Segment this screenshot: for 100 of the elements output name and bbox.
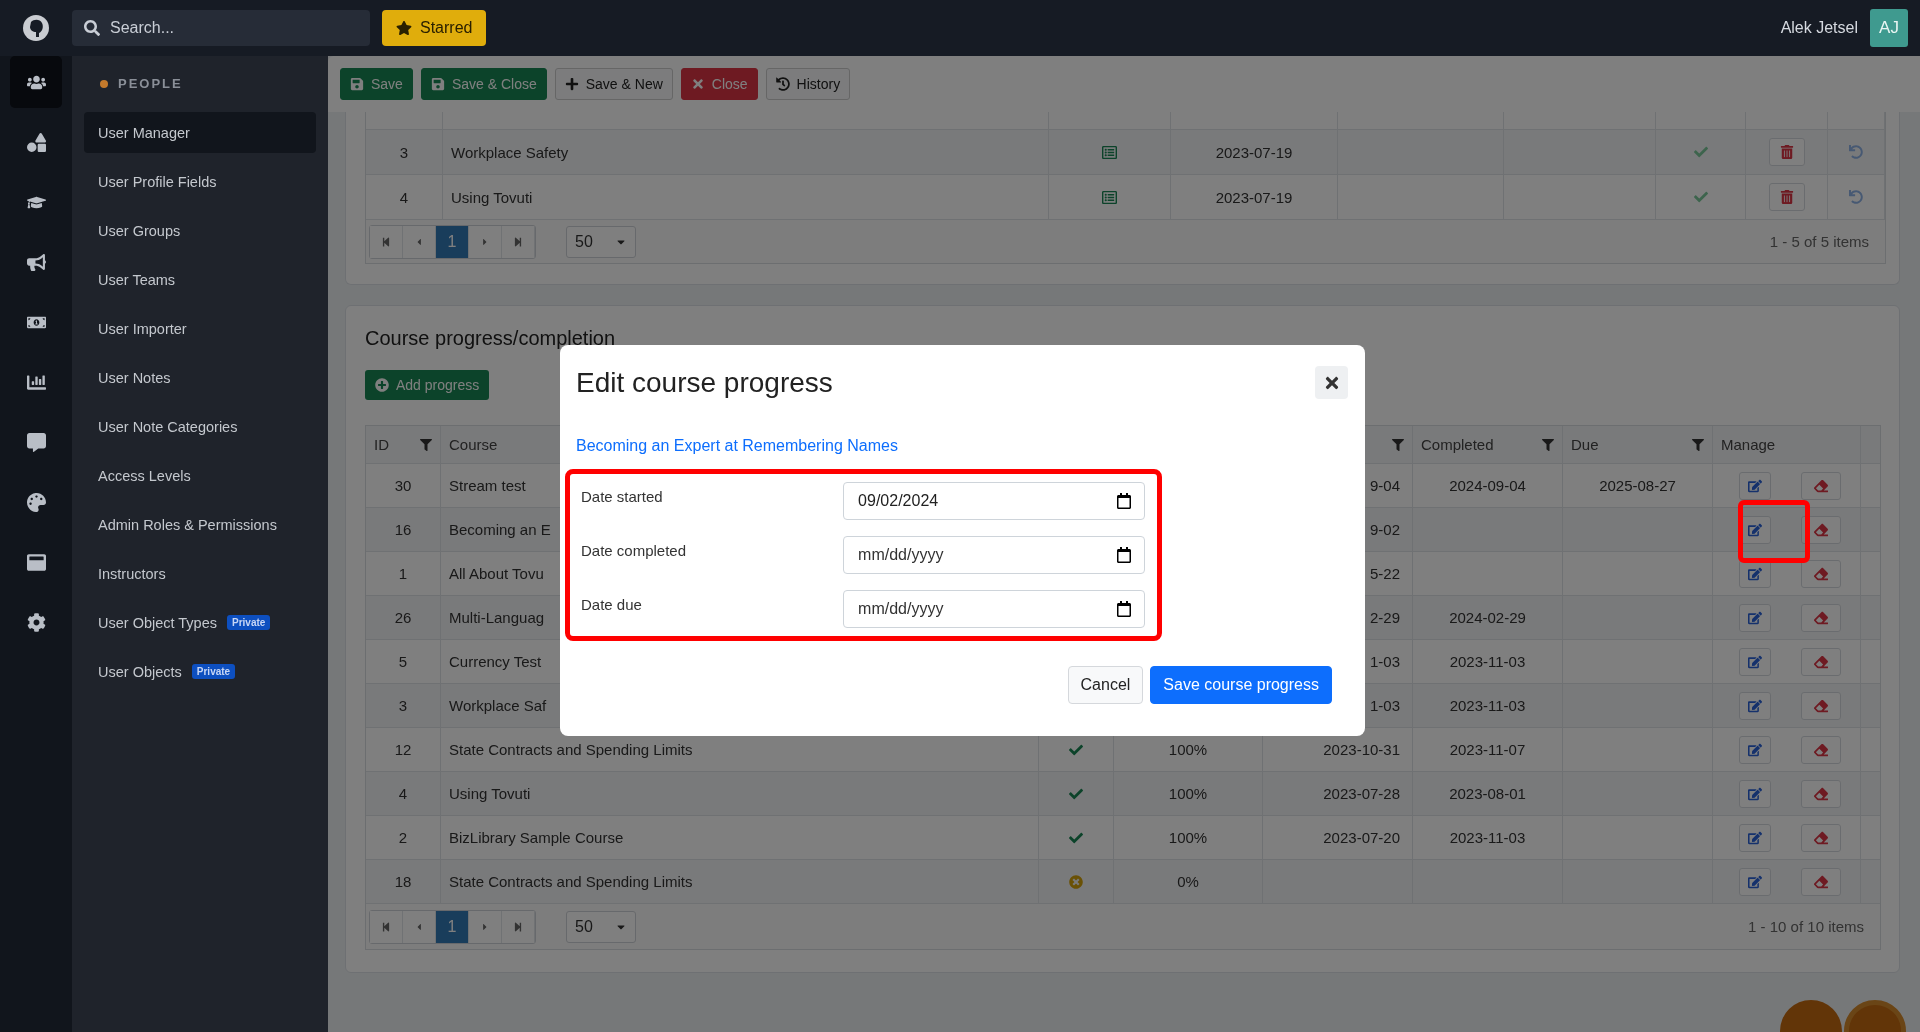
shapes-icon xyxy=(26,132,46,152)
calendar-icon[interactable] xyxy=(1116,601,1132,617)
table-cell: 2023-11-03 xyxy=(1449,697,1526,714)
search-field[interactable]: Search... xyxy=(108,13,348,43)
sidebar-item[interactable]: User Manager xyxy=(84,112,316,153)
check-icon xyxy=(1693,145,1708,159)
megaphone-icon xyxy=(26,252,46,272)
palette-icon xyxy=(26,492,46,512)
page-size-select[interactable]: 50 xyxy=(566,910,636,943)
course-link[interactable]: Becoming an Expert at Remembering Names xyxy=(576,437,898,455)
filter-icon[interactable] xyxy=(1542,438,1554,451)
table-cell: 2 xyxy=(366,816,441,859)
remove-button[interactable] xyxy=(1801,691,1841,720)
sidebar-item[interactable]: Access Levels xyxy=(84,455,316,496)
user-name: Alek Jetsel xyxy=(1780,19,1858,37)
filter-icon[interactable] xyxy=(420,438,432,451)
sidebar-item[interactable]: User Objects Private xyxy=(84,651,316,692)
filter-icon[interactable] xyxy=(1692,438,1704,451)
eraser-icon xyxy=(1814,610,1828,625)
settings-icon xyxy=(26,612,46,632)
edit-icon xyxy=(1748,654,1762,669)
table-cell: 2-29 xyxy=(1369,609,1400,626)
calendar-icon[interactable] xyxy=(1116,547,1132,563)
table-cell: 2023-11-03 xyxy=(1449,653,1526,670)
sidebar-item[interactable]: User Note Categories xyxy=(84,406,316,447)
delete-button[interactable] xyxy=(1768,138,1805,166)
sidebar-item-label: User Note Categories xyxy=(98,418,238,435)
edit-button[interactable] xyxy=(1739,647,1771,676)
filter-icon[interactable] xyxy=(1392,438,1404,451)
check-icon xyxy=(1693,190,1708,204)
table-cell: State Contracts and Spending Limits xyxy=(449,873,693,890)
close-button[interactable] xyxy=(1315,366,1348,399)
edit-button[interactable] xyxy=(1739,471,1771,500)
remove-button[interactable] xyxy=(1801,779,1841,808)
delete-button[interactable] xyxy=(1768,183,1805,211)
section-title: PEOPLE xyxy=(118,76,183,91)
edit-button[interactable] xyxy=(1739,603,1771,632)
table-cell: 3 xyxy=(366,684,441,727)
nav-rail-button[interactable] xyxy=(10,56,62,108)
edit-icon xyxy=(1748,610,1762,625)
sidebar-item[interactable]: User Profile Fields xyxy=(84,161,316,202)
save-icon xyxy=(430,77,445,91)
date-box[interactable]: mm/dd/yyyy xyxy=(843,590,1145,628)
undo-icon[interactable] xyxy=(1849,190,1863,204)
save-icon xyxy=(350,77,364,91)
first-page-button[interactable] xyxy=(370,225,403,258)
sidebar-item-label: User Notes xyxy=(98,369,171,386)
eraser-icon xyxy=(1814,786,1828,801)
undo-icon[interactable] xyxy=(1849,145,1863,159)
table-cell: Workplace Saf xyxy=(449,697,547,714)
save-button[interactable]: Save course progress xyxy=(1150,666,1332,704)
remove-button[interactable] xyxy=(1801,823,1841,852)
remove-button[interactable] xyxy=(1801,867,1841,896)
sidebar-item[interactable]: Admin Roles & Permissions xyxy=(84,504,316,545)
starred-button[interactable]: Starred xyxy=(382,10,487,46)
eraser-icon xyxy=(1814,874,1828,889)
edit-button[interactable] xyxy=(1739,735,1771,764)
sidebar-item[interactable]: Instructors xyxy=(84,553,316,594)
search-box[interactable]: Search... xyxy=(72,10,370,46)
sidebar-item[interactable]: User Importer xyxy=(84,308,316,349)
remove-button[interactable] xyxy=(1801,471,1841,500)
star-icon xyxy=(396,20,412,36)
sidebar-item-label: User Object Types xyxy=(98,614,217,631)
page-size-select[interactable]: 50 xyxy=(566,225,636,258)
edit-button[interactable] xyxy=(1739,867,1771,896)
sidebar-item[interactable]: User Teams xyxy=(84,259,316,300)
remove-button[interactable] xyxy=(1801,603,1841,632)
sidebar-item[interactable]: User Notes xyxy=(84,357,316,398)
edit-button[interactable] xyxy=(1739,779,1771,808)
first-page-icon xyxy=(381,236,391,247)
table-cell: 5-22 xyxy=(1369,565,1400,582)
remove-button[interactable] xyxy=(1801,735,1841,764)
section-heading: Course progress/completion xyxy=(365,326,617,350)
logo-icon[interactable] xyxy=(22,14,50,42)
eraser-icon xyxy=(1814,478,1828,493)
date-box[interactable]: 09/02/2024 xyxy=(843,482,1145,520)
sidebar-item-label: Access Levels xyxy=(98,467,191,484)
calendar-icon[interactable] xyxy=(1116,493,1132,509)
sidebar-item[interactable]: User Groups xyxy=(84,210,316,251)
last-page-icon xyxy=(513,236,523,247)
remove-button[interactable] xyxy=(1801,647,1841,676)
date-box[interactable]: mm/dd/yyyy xyxy=(843,536,1145,574)
cancel-button[interactable]: Cancel xyxy=(1067,666,1144,704)
sidebar-item[interactable]: User Object Types Private xyxy=(84,602,316,643)
edit-button[interactable] xyxy=(1739,823,1771,852)
table-cell: 26 xyxy=(366,596,441,639)
column-header: ID xyxy=(374,436,389,453)
remove-button[interactable] xyxy=(1801,559,1841,588)
first-page-button[interactable] xyxy=(370,910,403,943)
toolbar-button[interactable]: Save & New xyxy=(554,68,673,100)
table-cell: Using Tovuti xyxy=(443,175,1049,219)
table-cell: Currency Test xyxy=(449,653,542,670)
table-cell: 100% xyxy=(1168,785,1208,802)
table-cell: BizLibrary Sample Course xyxy=(449,829,624,846)
table-cell: 18 xyxy=(366,860,441,903)
toolbar-button[interactable]: History xyxy=(765,68,851,100)
edit-button[interactable] xyxy=(1739,691,1771,720)
table-cell: 2023-07-28 xyxy=(1323,785,1400,802)
table-cell: 2024-02-29 xyxy=(1449,609,1526,626)
field-label: Date started xyxy=(581,487,664,505)
